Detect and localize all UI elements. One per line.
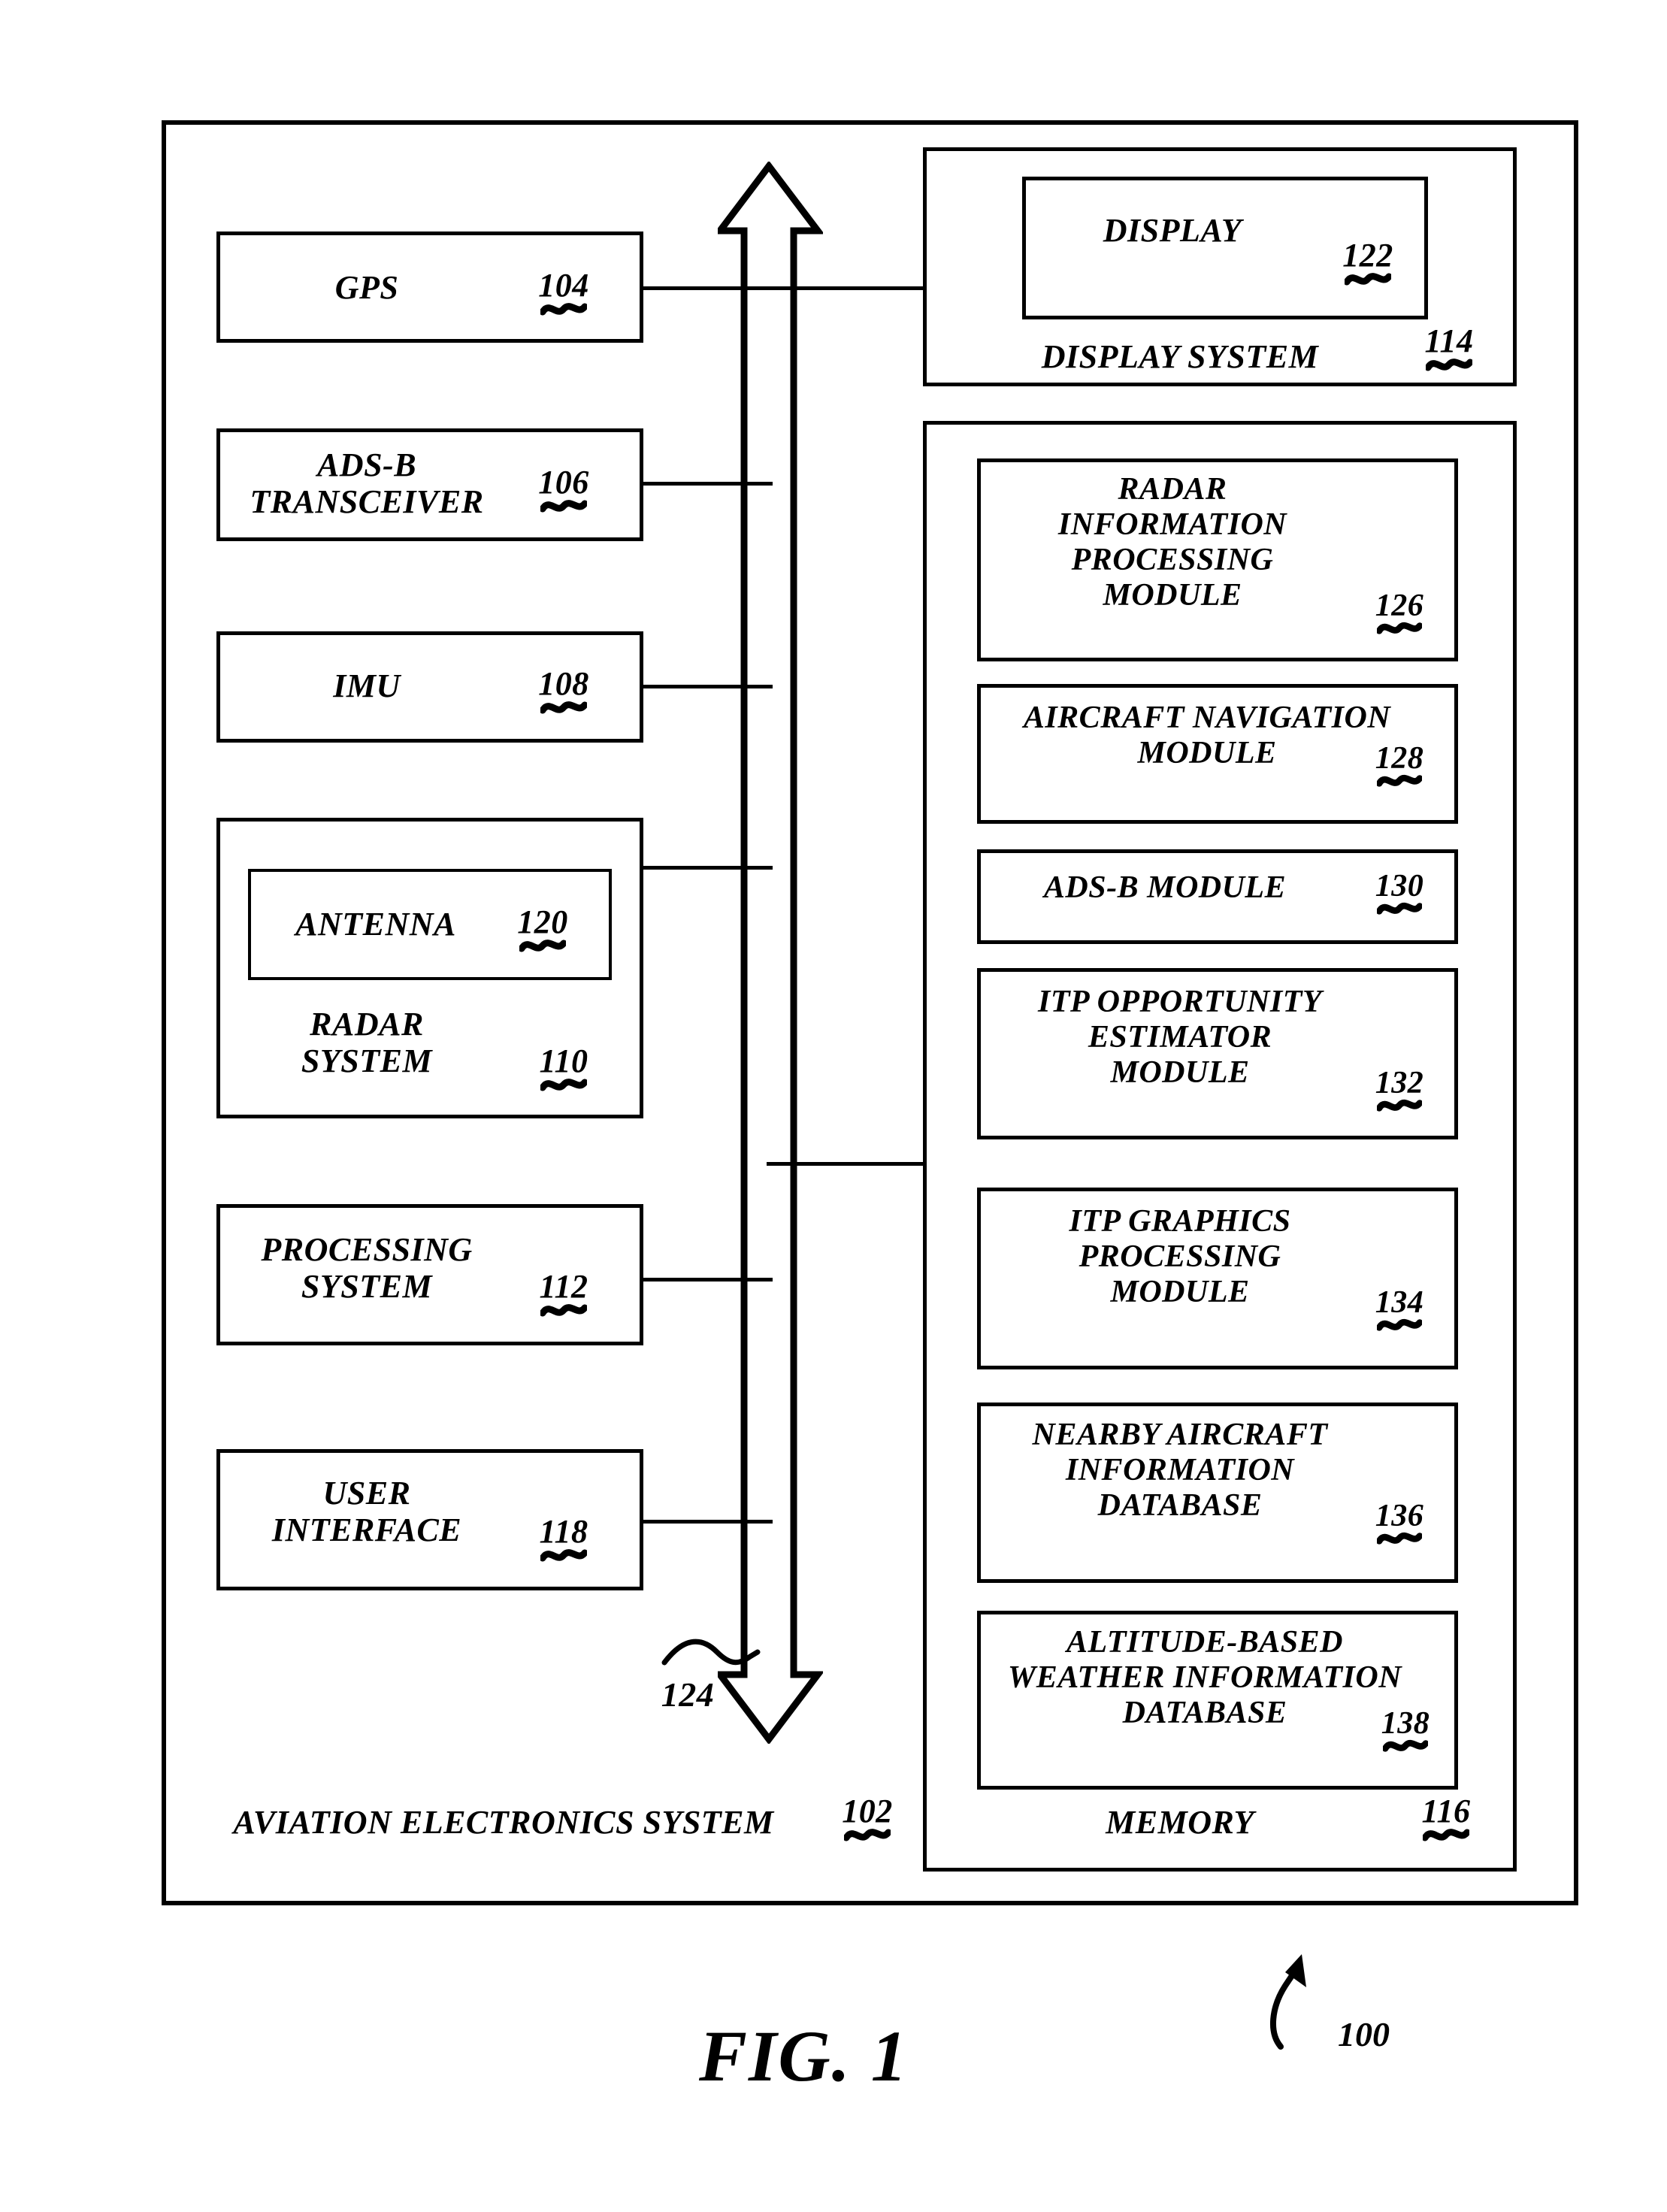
adsb-transceiver-ref: 106 [519, 466, 609, 516]
radar-information-processing-module-label: RADAR INFORMATION PROCESSING MODULE [1057, 472, 1287, 613]
adsb-transceiver-label: ADS-B TRANSCEIVER [250, 446, 484, 521]
imu-ref: 108 [519, 667, 609, 717]
processing-system-bus-connector [640, 1278, 773, 1282]
memory-ref: 116 [1401, 1795, 1491, 1844]
overall-ref: 100 [1338, 2015, 1390, 2053]
user-interface-label: USER INTERFACE [271, 1475, 462, 1549]
nearby-aircraft-information-database-label: NEARBY AIRCRAFT INFORMATION DATABASE [1032, 1418, 1328, 1524]
imu-bus-connector [640, 685, 773, 688]
memory-bus-connector [767, 1162, 926, 1166]
gps-ref: 104 [519, 269, 609, 319]
user-interface-ref: 118 [519, 1515, 609, 1565]
radar-system-bus-connector [640, 866, 773, 870]
aircraft-navigation-module-ref: 128 [1354, 743, 1445, 790]
aviation-electronics-system-ref: 102 [822, 1795, 912, 1844]
gps-label: GPS [334, 269, 399, 306]
display-system-bus-connector [767, 286, 926, 290]
radar-system-ref: 110 [519, 1045, 609, 1094]
display-ref: 122 [1323, 239, 1413, 289]
itp-graphics-processing-module-label: ITP GRAPHICS PROCESSING MODULE [1069, 1204, 1291, 1310]
processing-system-label: PROCESSING SYSTEM [261, 1231, 473, 1306]
overall-ref-leader-arrow [1270, 1954, 1306, 2050]
aviation-electronics-system-label: AVIATION ELECTRONICS SYSTEM [233, 1804, 774, 1841]
user-interface-bus-connector [640, 1520, 773, 1524]
itp-graphics-processing-module-ref: 134 [1354, 1287, 1445, 1334]
gps-bus-connector [640, 286, 773, 290]
radar-system-label: RADAR SYSTEM [301, 1006, 433, 1080]
patent-figure-canvas: 124 GPS 104 ADS-B TRANSCEIVER 106 IMU 10… [0, 0, 1667, 2212]
processing-system-ref: 112 [519, 1270, 609, 1320]
adsb-module-label: ADS-B MODULE [1043, 870, 1287, 905]
itp-opportunity-estimator-module-label: ITP OPPORTUNITY ESTIMATOR MODULE [1037, 985, 1323, 1091]
itp-opportunity-estimator-module-ref: 132 [1354, 1067, 1445, 1115]
imu-label: IMU [333, 667, 401, 704]
adsb-transceiver-bus-connector [640, 482, 773, 486]
altitude-based-weather-information-database-ref: 138 [1360, 1708, 1451, 1755]
data-bus-arrow [718, 162, 823, 1744]
radar-information-processing-module-ref: 126 [1354, 590, 1445, 637]
nearby-aircraft-information-database-ref: 136 [1354, 1500, 1445, 1548]
memory-label: MEMORY [1106, 1804, 1254, 1841]
display-label: DISPLAY [1103, 212, 1242, 249]
antenna-ref: 120 [498, 906, 588, 955]
antenna-label: ANTENNA [295, 906, 456, 943]
bus-ref: 124 [661, 1675, 715, 1714]
display-system-label: DISPLAY SYSTEM [1041, 338, 1319, 375]
adsb-module-ref: 130 [1354, 870, 1445, 918]
figure-caption: FIG. 1 [699, 2016, 909, 2096]
display-system-ref: 114 [1404, 325, 1494, 374]
